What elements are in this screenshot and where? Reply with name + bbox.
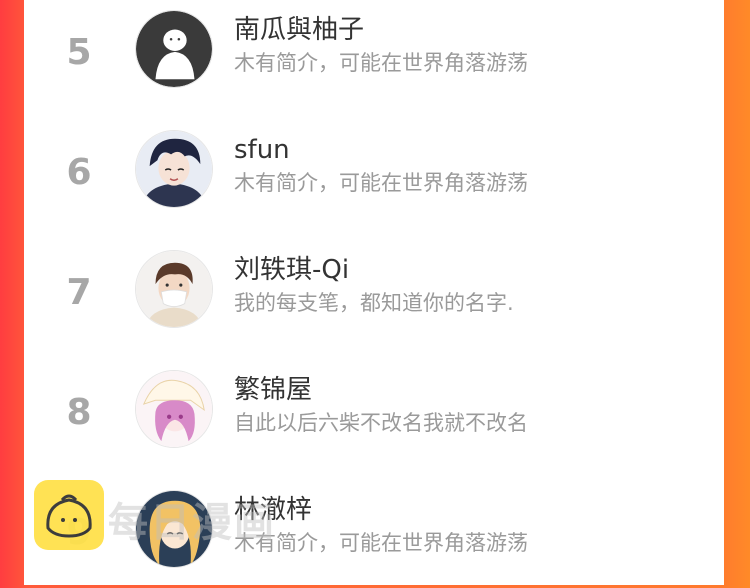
list-item[interactable]: 6 sfun 木有简介，可能在世界角落游荡	[24, 108, 724, 228]
avatar[interactable]	[135, 370, 213, 448]
app-logo-watermark	[34, 480, 104, 550]
user-name[interactable]: sfun	[234, 137, 290, 163]
list-item[interactable]: 5 南瓜與柚子 木有简介，可能在世界角落游荡	[24, 0, 724, 108]
user-name[interactable]: 繁锦屋	[234, 377, 312, 403]
masked-boy-avatar-icon	[136, 251, 212, 327]
anime-boy-avatar-icon	[136, 131, 212, 207]
rank-number: 8	[66, 392, 92, 433]
user-bio: 木有简介，可能在世界角落游荡	[234, 51, 528, 75]
default-avatar-icon	[136, 11, 212, 87]
anime-girl-avatar-icon	[136, 371, 212, 447]
user-bio: 我的每支笔，都知道你的名字.	[234, 291, 514, 315]
rank-number: 6	[66, 152, 92, 193]
user-bio: 木有简介，可能在世界角落游荡	[234, 171, 528, 195]
watermark-text: 每日漫画	[108, 500, 276, 546]
user-name[interactable]: 刘轶琪-Qi	[234, 257, 349, 283]
rank-number: 7	[66, 272, 92, 313]
list-item[interactable]: 8 繁锦屋 自此以后六柴不改名我就不改名	[24, 348, 724, 468]
user-name[interactable]: 南瓜與柚子	[234, 17, 364, 43]
avatar[interactable]	[135, 130, 213, 208]
list-item[interactable]: 7 刘轶琪-Qi 我的每支笔，都知道你的名字.	[24, 228, 724, 348]
user-bio: 自此以后六柴不改名我就不改名	[234, 411, 528, 435]
bun-logo-icon	[46, 494, 92, 538]
avatar[interactable]	[135, 10, 213, 88]
avatar[interactable]	[135, 250, 213, 328]
user-bio: 木有简介，可能在世界角落游荡	[234, 531, 528, 555]
rank-number: 5	[66, 32, 92, 73]
